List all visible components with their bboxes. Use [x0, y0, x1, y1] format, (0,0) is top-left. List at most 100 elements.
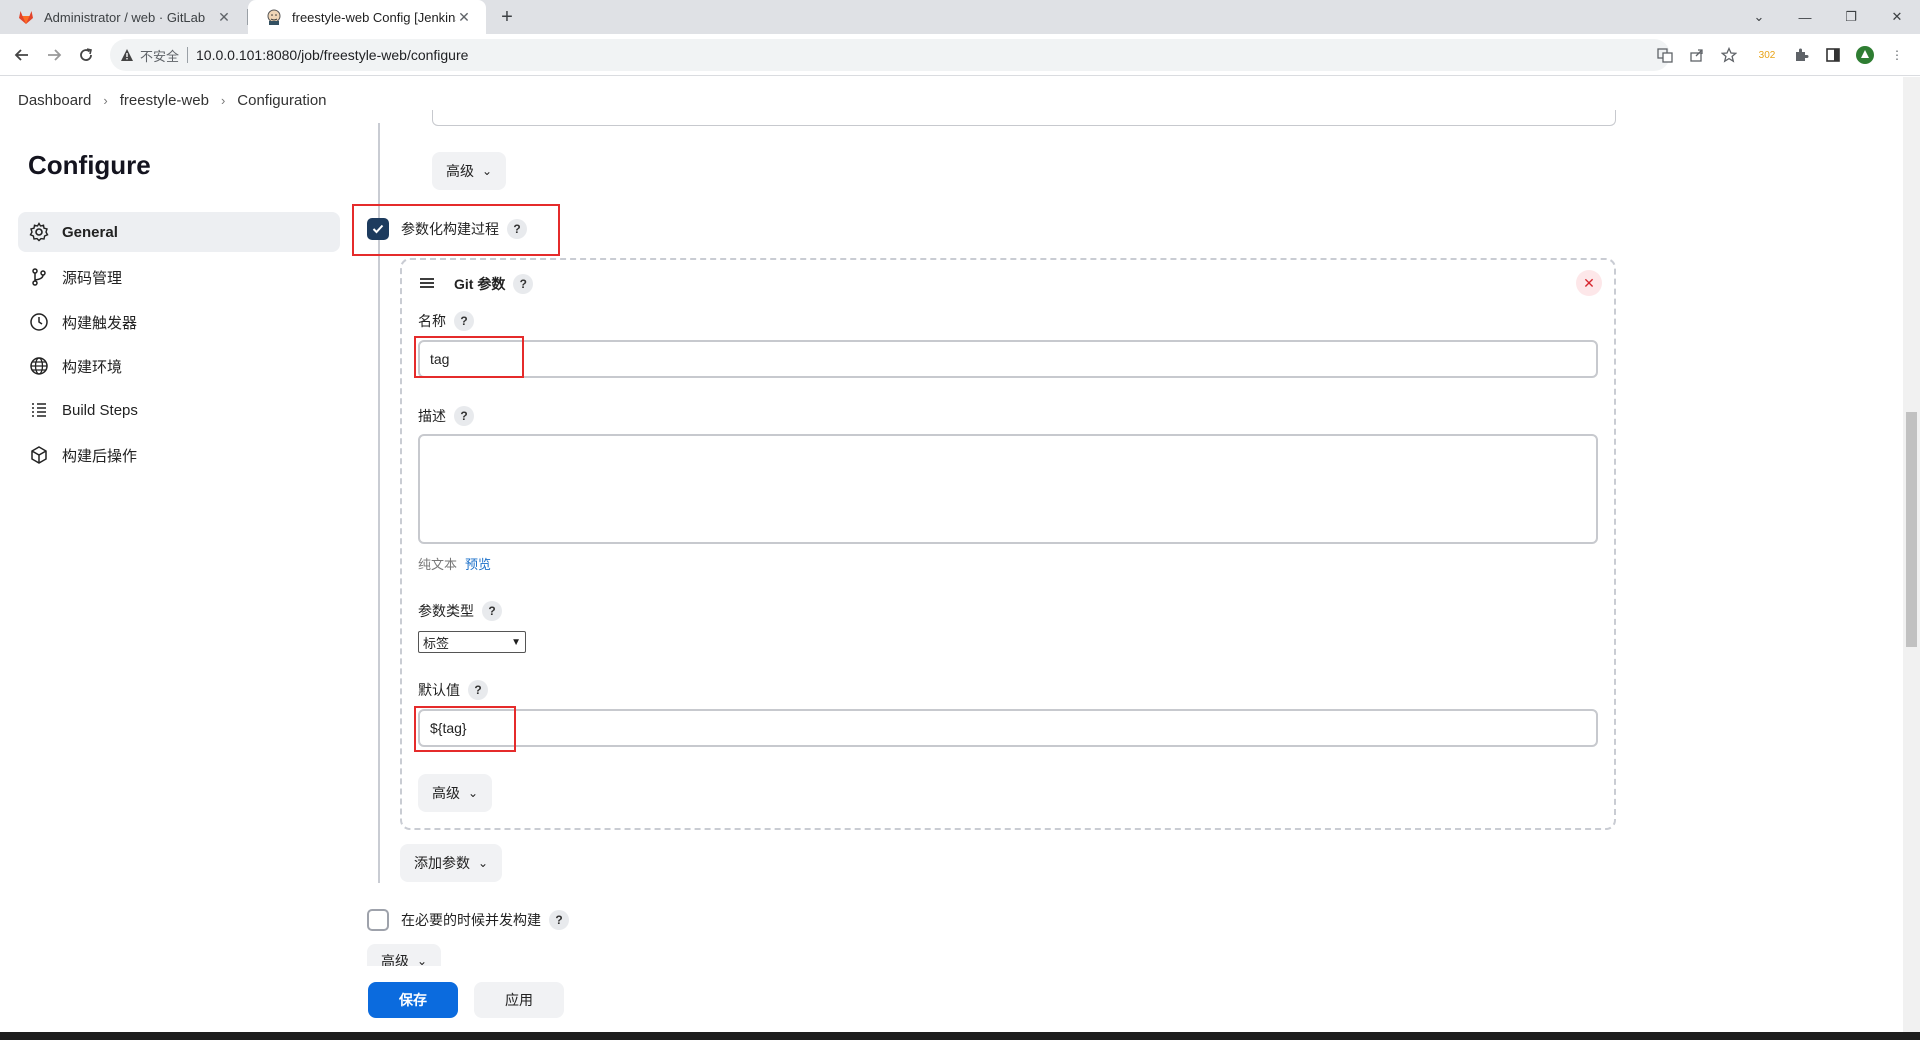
name-input[interactable]: tag	[418, 340, 1598, 378]
sidebar-item-label: 构建环境	[62, 358, 123, 376]
close-window-icon[interactable]: ✕	[1874, 0, 1920, 34]
gear-icon	[28, 221, 50, 243]
concurrent-build-checkbox[interactable]	[367, 909, 389, 931]
git-param-title: Git 参数	[454, 276, 506, 292]
sidebar-item-label: Build Steps	[62, 401, 138, 419]
tab-title: freestyle-web Config [Jenkins]	[292, 9, 456, 25]
chevron-down-icon: ⌄	[478, 856, 489, 870]
avatar[interactable]	[1854, 44, 1876, 66]
globe-icon	[28, 355, 50, 377]
scrollbar-thumb[interactable]	[1906, 412, 1917, 647]
kebab-menu-icon[interactable]: ⋮	[1886, 44, 1908, 66]
git-param-header: Git 参数 ?	[454, 274, 534, 294]
address-bar[interactable]: 不安全 10.0.0.101:8080/job/freestyle-web/co…	[110, 39, 1670, 71]
minimize-icon[interactable]: —	[1782, 0, 1828, 34]
sidebar-item-label: General	[62, 223, 118, 241]
sidebar-item-label: 源码管理	[62, 269, 123, 287]
reload-icon[interactable]	[74, 43, 98, 67]
security-label: 不安全	[140, 48, 180, 64]
sidebar-item-label: 构建后操作	[62, 447, 138, 465]
sidebar-item-build-steps[interactable]: Build Steps	[18, 390, 340, 430]
parameterized-label-row: 参数化构建过程 ?	[401, 219, 527, 239]
text-input[interactable]	[432, 110, 1616, 126]
back-icon[interactable]	[10, 43, 34, 67]
chevron-down-icon: ▼	[511, 636, 521, 648]
help-icon[interactable]: ?	[507, 219, 527, 239]
param-type-label: 参数类型	[418, 603, 474, 619]
help-icon[interactable]: ?	[454, 406, 474, 426]
description-label: 描述	[418, 408, 446, 424]
help-icon[interactable]: ?	[513, 274, 534, 294]
description-textarea[interactable]	[418, 434, 1598, 544]
format-row: 纯文本 预览	[418, 554, 491, 573]
advanced-label: 高级	[446, 163, 474, 179]
sidebar-item-environment[interactable]: 构建环境	[18, 346, 340, 386]
puzzle-icon[interactable]	[1790, 44, 1812, 66]
plain-text-label: 纯文本	[418, 557, 458, 572]
new-tab-button[interactable]: +	[496, 6, 518, 28]
param-type-value: 标签	[423, 635, 450, 651]
param-type-select[interactable]: 标签 ▼	[418, 631, 526, 653]
concurrent-label: 在必要的时候并发构建	[401, 912, 541, 928]
parameterized-checkbox[interactable]	[367, 218, 389, 240]
default-value-input[interactable]: ${tag}	[418, 709, 1598, 747]
browser-tab-jenkins[interactable]: freestyle-web Config [Jenkins] ✕	[248, 0, 486, 34]
save-button[interactable]: 保存	[368, 982, 458, 1018]
default-value-label-row: 默认值 ?	[418, 680, 488, 700]
clock-icon	[28, 311, 50, 333]
cube-icon	[28, 444, 50, 466]
check-icon	[372, 224, 384, 234]
maximize-icon[interactable]: ❐	[1828, 0, 1874, 34]
advanced-label: 高级	[432, 785, 460, 801]
drag-handle-icon[interactable]	[418, 274, 436, 292]
help-icon[interactable]: ?	[468, 680, 488, 700]
browser-tabstrip: Administrator / web · GitLab ✕ freestyle…	[0, 0, 1920, 34]
star-icon[interactable]	[1718, 44, 1740, 66]
share-icon[interactable]	[1686, 44, 1708, 66]
help-icon[interactable]: ?	[454, 311, 474, 331]
close-icon[interactable]: ✕	[216, 9, 232, 25]
translate-icon[interactable]	[1654, 44, 1676, 66]
jenkins-icon	[266, 9, 282, 25]
branch-icon	[28, 266, 50, 288]
extension-badge[interactable]: 302	[1756, 44, 1778, 66]
sidebar-item-scm[interactable]: 源码管理	[18, 257, 340, 297]
add-parameter-label: 添加参数	[414, 855, 470, 871]
advanced-button[interactable]: 高级 ⌄	[432, 152, 507, 190]
tab-title: Administrator / web · GitLab	[44, 9, 206, 25]
chevron-down-icon: ⌄	[468, 786, 479, 800]
delete-parameter-button[interactable]: ✕	[1576, 270, 1602, 296]
name-label-row: 名称 ?	[418, 311, 474, 331]
concurrent-label-row: 在必要的时候并发构建 ?	[401, 910, 569, 930]
parameterized-label: 参数化构建过程	[401, 221, 499, 237]
forward-icon[interactable]	[42, 43, 66, 67]
sidebar-item-triggers[interactable]: 构建触发器	[18, 302, 340, 342]
taskbar	[0, 1032, 1920, 1040]
apply-button[interactable]: 应用	[474, 982, 564, 1018]
url-text: 10.0.0.101:8080/job/freestyle-web/config…	[196, 47, 469, 63]
page-title: Configure	[28, 150, 151, 180]
browser-tab-gitlab[interactable]: Administrator / web · GitLab ✕	[0, 0, 246, 34]
help-icon[interactable]: ?	[549, 910, 569, 930]
gitlab-icon	[18, 9, 34, 25]
description-label-row: 描述 ?	[418, 406, 474, 426]
sidebar-item-general[interactable]: General	[18, 212, 340, 252]
sidepanel-icon[interactable]	[1822, 44, 1844, 66]
sidebar-item-label: 构建触发器	[62, 314, 138, 332]
preview-link[interactable]: 预览	[465, 554, 491, 573]
chevron-down-icon[interactable]: ⌄	[1736, 0, 1782, 34]
breadcrumb-job[interactable]: freestyle-web	[120, 92, 209, 109]
breadcrumb-configuration[interactable]: Configuration	[237, 92, 326, 109]
close-icon[interactable]: ✕	[456, 9, 472, 25]
list-icon	[28, 399, 50, 421]
add-parameter-button[interactable]: 添加参数 ⌄	[400, 844, 503, 882]
name-label: 名称	[418, 313, 446, 329]
sidebar-item-post-build[interactable]: 构建后操作	[18, 435, 340, 475]
breadcrumb-dashboard[interactable]: Dashboard	[18, 92, 91, 109]
chevron-right-icon: ›	[103, 92, 108, 108]
chevron-down-icon: ⌄	[482, 164, 493, 178]
help-icon[interactable]: ?	[482, 601, 502, 621]
default-value-label: 默认值	[418, 682, 460, 698]
git-param-advanced-button[interactable]: 高级 ⌄	[418, 774, 493, 812]
chevron-right-icon: ›	[220, 92, 226, 108]
